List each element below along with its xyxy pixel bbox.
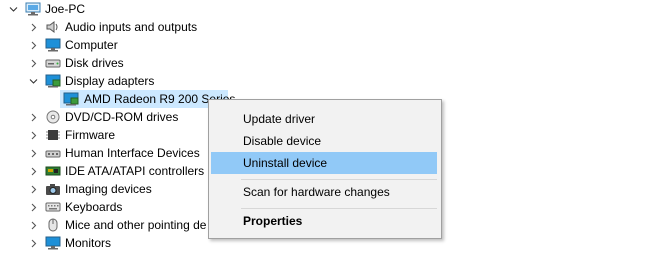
chevron-right-icon[interactable] xyxy=(28,180,38,198)
tree-item-label: Display adapters xyxy=(65,74,155,88)
menu-separator xyxy=(241,179,437,180)
tree-item-label: Computer xyxy=(65,38,118,52)
tree-item-dvd-drives[interactable]: DVD/CD-ROM drives xyxy=(0,108,205,126)
menu-separator xyxy=(241,208,437,209)
tree-item-amd-radeon[interactable]: AMD Radeon R9 200 Series xyxy=(0,90,235,108)
chevron-right-icon[interactable] xyxy=(28,36,38,54)
monitor-icon xyxy=(44,235,62,251)
computer-icon xyxy=(24,1,42,17)
tree-item-label: Monitors xyxy=(65,236,112,250)
dvd-drive-icon xyxy=(44,109,62,125)
tree-item-label: Audio inputs and outputs xyxy=(65,20,198,34)
tree-root[interactable]: Joe-PC xyxy=(0,0,200,18)
tree-item-display-adapters[interactable]: Display adapters xyxy=(0,72,300,90)
display-adapter-icon xyxy=(62,91,80,107)
mouse-icon xyxy=(44,217,62,233)
chevron-right-icon[interactable] xyxy=(28,198,38,216)
tree-item-label: Firmware xyxy=(65,128,115,142)
tree-item-hid[interactable]: Human Interface Devices xyxy=(0,144,205,162)
chevron-right-icon[interactable] xyxy=(28,216,38,234)
tree-item-label: Disk drives xyxy=(65,56,124,70)
tree-item-disk-drives[interactable]: Disk drives xyxy=(0,54,300,72)
chevron-down-icon[interactable] xyxy=(28,72,38,90)
display-adapter-icon xyxy=(44,73,62,89)
hid-icon xyxy=(44,145,62,161)
tree-item-monitors[interactable]: Monitors xyxy=(0,234,205,252)
tree-item-imaging-devices[interactable]: Imaging devices xyxy=(0,180,205,198)
context-menu: Update driver Disable device Uninstall d… xyxy=(208,99,442,239)
firmware-icon xyxy=(44,127,62,143)
chevron-down-icon[interactable] xyxy=(8,0,18,18)
chevron-right-icon[interactable] xyxy=(28,54,38,72)
chevron-right-icon[interactable] xyxy=(28,108,38,126)
monitor-icon xyxy=(44,37,62,53)
tree-item-ide-controllers[interactable]: IDE ATA/ATAPI controllers xyxy=(0,162,205,180)
tree-item-label: Human Interface Devices xyxy=(65,146,200,160)
menu-item-update-driver[interactable]: Update driver xyxy=(211,108,437,130)
chevron-right-icon[interactable] xyxy=(28,234,38,252)
camera-icon xyxy=(44,181,62,197)
tree-root-label: Joe-PC xyxy=(45,2,86,16)
chevron-right-icon[interactable] xyxy=(28,162,38,180)
ide-controller-icon xyxy=(44,163,62,179)
tree-item-computer[interactable]: Computer xyxy=(0,36,300,54)
menu-item-properties[interactable]: Properties xyxy=(211,210,437,232)
chevron-right-icon[interactable] xyxy=(28,126,38,144)
disk-drive-icon xyxy=(44,55,62,71)
tree-item-label: Imaging devices xyxy=(65,182,152,196)
tree-item-mice[interactable]: Mice and other pointing de xyxy=(0,216,207,234)
chevron-right-icon[interactable] xyxy=(28,18,38,36)
tree-item-firmware[interactable]: Firmware xyxy=(0,126,205,144)
keyboard-icon xyxy=(44,199,62,215)
tree-item-audio[interactable]: Audio inputs and outputs xyxy=(0,18,300,36)
tree-item-label: IDE ATA/ATAPI controllers xyxy=(65,164,205,178)
chevron-right-icon[interactable] xyxy=(28,144,38,162)
tree-item-label: Mice and other pointing de xyxy=(65,218,207,232)
speaker-icon xyxy=(44,19,62,35)
tree-item-keyboards[interactable]: Keyboards xyxy=(0,198,205,216)
menu-item-scan-hardware[interactable]: Scan for hardware changes xyxy=(211,181,437,203)
menu-item-uninstall-device[interactable]: Uninstall device xyxy=(211,152,437,174)
tree-item-label: DVD/CD-ROM drives xyxy=(65,110,179,124)
tree-item-label: Keyboards xyxy=(65,200,123,214)
menu-item-disable-device[interactable]: Disable device xyxy=(211,130,437,152)
